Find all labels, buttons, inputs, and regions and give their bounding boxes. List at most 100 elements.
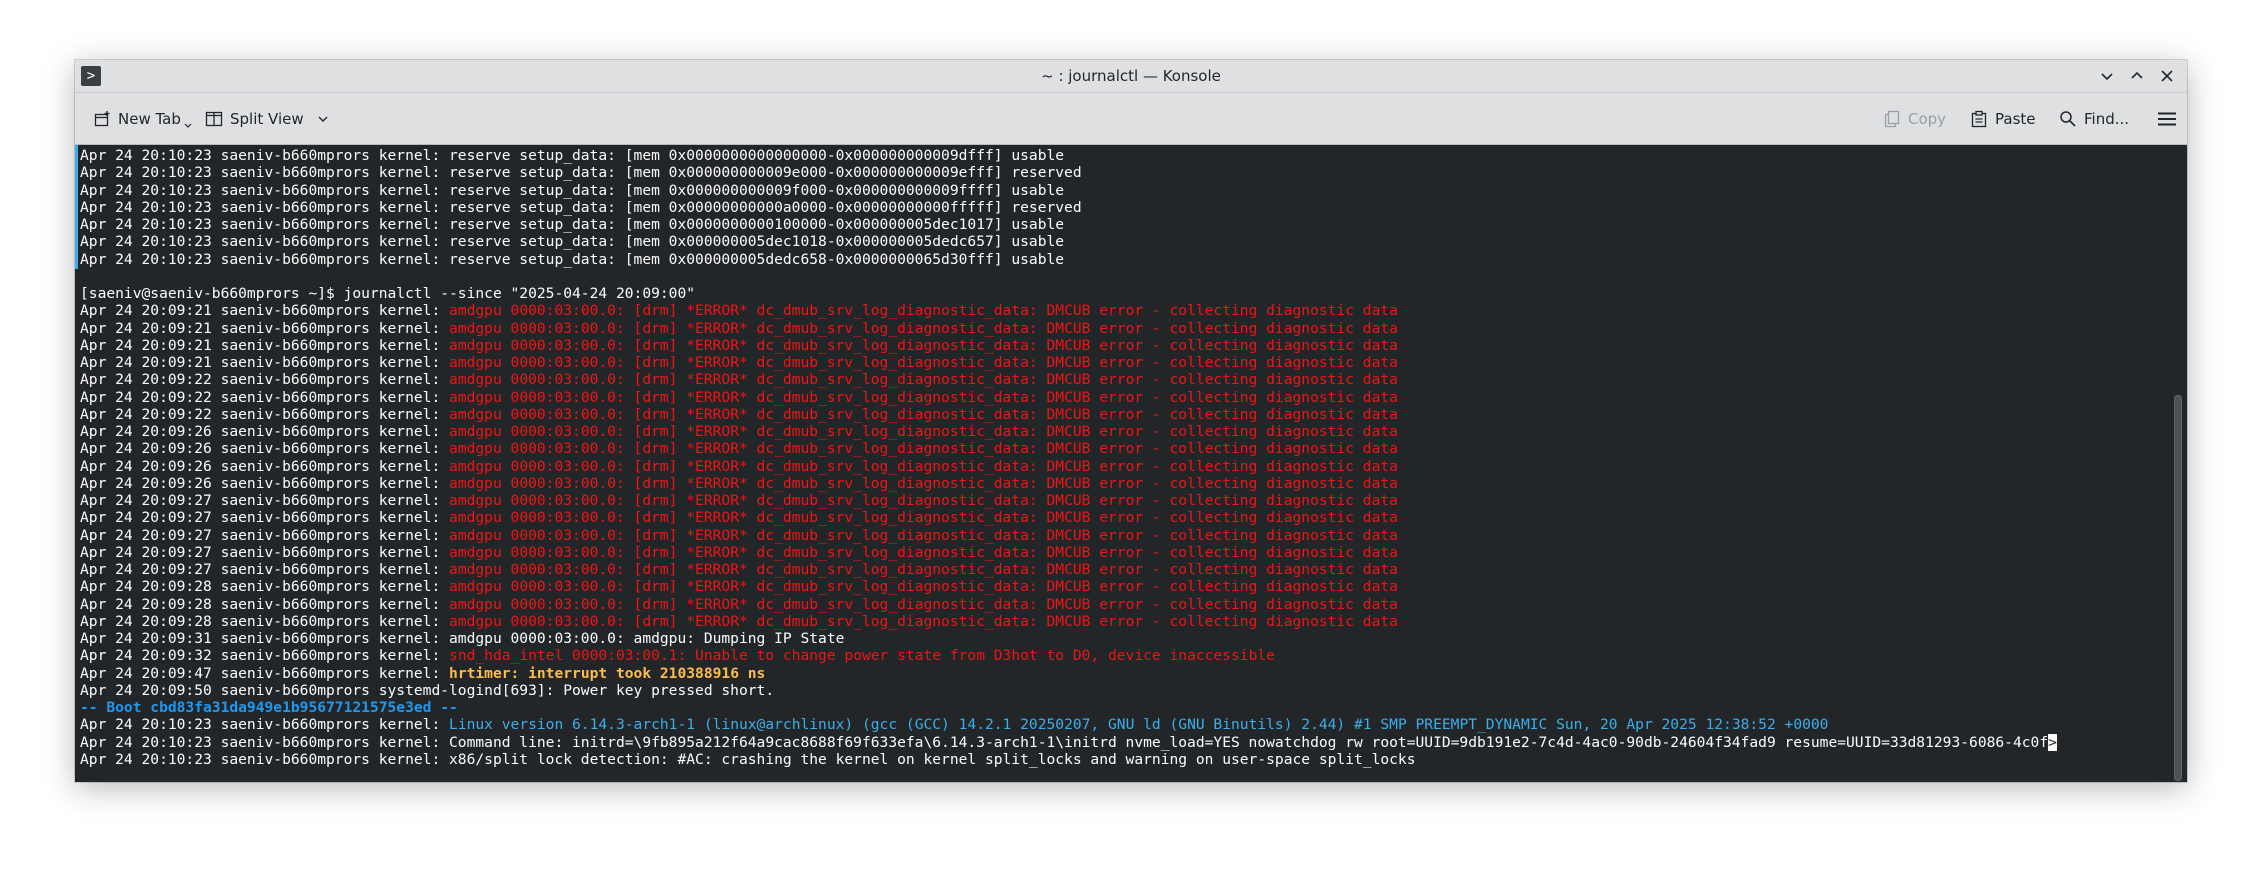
copy-button[interactable]: Copy — [1883, 93, 1946, 144]
terminal-line-segment: Apr 24 20:09:32 saeniv-b660mprors kernel… — [80, 647, 450, 665]
copy-icon — [1884, 110, 1900, 127]
terminal-line-segment: amdgpu 0000:03:00.0: [drm] *ERROR* dc_dm… — [449, 405, 1398, 423]
terminal-line: Apr 24 20:09:26 saeniv-b660mprors kernel… — [80, 475, 2167, 492]
terminal-line-segment: Apr 24 20:09:21 saeniv-b660mprors kernel… — [80, 336, 450, 354]
terminal-line: Apr 24 20:09:21 saeniv-b660mprors kernel… — [80, 320, 2167, 337]
terminal-line: Apr 24 20:09:28 saeniv-b660mprors kernel… — [80, 596, 2167, 613]
konsole-window: > ~ : journalctl — Konsole New Tab Split… — [75, 60, 2187, 782]
terminal-line: Apr 24 20:09:26 saeniv-b660mprors kernel… — [80, 440, 2167, 457]
terminal-line-segment: Apr 24 20:09:21 saeniv-b660mprors kernel… — [80, 302, 450, 320]
terminal-line: Apr 24 20:09:22 saeniv-b660mprors kernel… — [80, 389, 2167, 406]
terminal-line-segment: amdgpu 0000:03:00.0: [drm] *ERROR* dc_dm… — [449, 509, 1398, 527]
chevron-down-icon — [318, 116, 328, 122]
terminal-line-segment: Apr 24 20:09:50 saeniv-b660mprors system… — [80, 681, 775, 699]
terminal-line: Apr 24 20:10:23 saeniv-b660mprors kernel… — [80, 216, 2167, 233]
terminal-line: Apr 24 20:09:28 saeniv-b660mprors kernel… — [80, 613, 2167, 630]
terminal-line: Apr 24 20:10:23 saeniv-b660mprors kernel… — [80, 251, 2167, 268]
terminal-line-segment: Apr 24 20:09:26 saeniv-b660mprors kernel… — [80, 457, 450, 475]
terminal-line-segment: amdgpu 0000:03:00.0: [drm] *ERROR* dc_dm… — [449, 354, 1398, 371]
new-tab-button[interactable]: New Tab — [93, 93, 192, 144]
terminal-line: Apr 24 20:10:23 saeniv-b660mprors kernel… — [80, 733, 2167, 751]
hamburger-menu-icon — [2158, 112, 2176, 125]
terminal-line: Apr 24 20:10:23 saeniv-b660mprors kernel… — [80, 716, 2167, 733]
terminal-line-segment: Apr 24 20:09:27 saeniv-b660mprors kernel… — [80, 561, 450, 578]
minimize-button[interactable] — [2095, 64, 2119, 88]
terminal-line-segment: amdgpu 0000:03:00.0: [drm] *ERROR* dc_dm… — [449, 440, 1398, 458]
terminal-line-segment: Apr 24 20:09:28 saeniv-b660mprors kernel… — [80, 612, 450, 630]
terminal-line-segment: Apr 24 20:09:27 saeniv-b660mprors kernel… — [80, 543, 450, 561]
terminal-line-segment: amdgpu 0000:03:00.0: [drm] *ERROR* dc_dm… — [449, 595, 1398, 613]
terminal-line-segment: amdgpu 0000:03:00.0: [drm] *ERROR* dc_dm… — [449, 371, 1398, 389]
scrollbar[interactable] — [2173, 145, 2185, 782]
terminal-line-segment: Apr 24 20:10:23 saeniv-b660mprors kernel… — [80, 250, 1065, 268]
terminal-line: Apr 24 20:09:21 saeniv-b660mprors kernel… — [80, 354, 2167, 371]
terminal-line-segment: Apr 24 20:09:28 saeniv-b660mprors kernel… — [80, 578, 450, 596]
terminal-line-segment: Apr 24 20:10:23 saeniv-b660mprors kernel… — [80, 716, 450, 734]
chevron-up-icon — [2131, 71, 2143, 79]
new-tab-label: New Tab — [118, 109, 181, 128]
paste-button[interactable]: Paste — [1970, 93, 2036, 144]
window-controls — [2095, 60, 2179, 92]
terminal-line: Apr 24 20:09:28 saeniv-b660mprors kernel… — [80, 578, 2167, 595]
terminal-line: Apr 24 20:09:47 saeniv-b660mprors kernel… — [80, 665, 2167, 682]
terminal-line: Apr 24 20:09:32 saeniv-b660mprors kernel… — [80, 647, 2167, 664]
terminal-line-segment: Apr 24 20:10:23 saeniv-b660mprors kernel… — [80, 164, 1082, 182]
terminal-line: Apr 24 20:10:23 saeniv-b660mprors kernel… — [80, 233, 2167, 250]
maximize-button[interactable] — [2125, 64, 2149, 88]
terminal-line-segment: Apr 24 20:09:22 saeniv-b660mprors kernel… — [80, 388, 450, 406]
terminal-line: Apr 24 20:09:22 saeniv-b660mprors kernel… — [80, 371, 2167, 388]
chevron-down-icon — [2101, 73, 2113, 81]
terminal-line: Apr 24 20:10:23 saeniv-b660mprors kernel… — [80, 164, 2167, 181]
terminal-line-segment: amdgpu 0000:03:00.0: [drm] *ERROR* dc_dm… — [449, 319, 1398, 337]
terminal-line: Apr 24 20:09:27 saeniv-b660mprors kernel… — [80, 492, 2167, 509]
terminal-line-segment: Apr 24 20:09:31 saeniv-b660mprors kernel… — [80, 630, 845, 647]
terminal-line-segment: amdgpu 0000:03:00.0: [drm] *ERROR* dc_dm… — [449, 612, 1398, 630]
terminal-line-segment: amdgpu 0000:03:00.0: [drm] *ERROR* dc_dm… — [449, 336, 1398, 354]
terminal-line-segment: amdgpu 0000:03:00.0: [drm] *ERROR* dc_dm… — [449, 526, 1398, 544]
terminal-line-segment: Apr 24 20:09:21 saeniv-b660mprors kernel… — [80, 319, 450, 337]
terminal-line-segment: amdgpu 0000:03:00.0: [drm] *ERROR* dc_dm… — [449, 302, 1398, 320]
terminal-line-segment: Apr 24 20:10:23 saeniv-b660mprors kernel… — [80, 750, 1416, 768]
terminal-line: Apr 24 20:09:21 saeniv-b660mprors kernel… — [80, 302, 2167, 319]
text-cursor: > — [2048, 733, 2057, 751]
find-label: Find... — [2084, 109, 2130, 128]
search-icon — [2060, 110, 2076, 127]
title-bar[interactable]: > ~ : journalctl — Konsole — [75, 60, 2187, 93]
terminal-line: Apr 24 20:09:22 saeniv-b660mprors kernel… — [80, 406, 2167, 423]
terminal-line-segment: Apr 24 20:10:23 saeniv-b660mprors kernel… — [80, 733, 2049, 751]
terminal-line-segment: amdgpu 0000:03:00.0: [drm] *ERROR* dc_dm… — [449, 492, 1398, 509]
hamburger-menu-button[interactable] — [2157, 93, 2177, 144]
terminal-line-segment: [saeniv@saeniv-b660mprors ~]$ journalctl… — [80, 285, 696, 302]
terminal-line-segment: Apr 24 20:09:27 saeniv-b660mprors kernel… — [80, 492, 450, 509]
terminal-line-segment: Apr 24 20:09:27 saeniv-b660mprors kernel… — [80, 526, 450, 544]
split-view-icon — [205, 111, 223, 126]
terminal-line-segment: amdgpu 0000:03:00.0: [drm] *ERROR* dc_dm… — [449, 474, 1398, 492]
terminal-line-segment: Apr 24 20:09:27 saeniv-b660mprors kernel… — [80, 509, 450, 527]
terminal-line-segment: Apr 24 20:09:26 saeniv-b660mprors kernel… — [80, 440, 450, 458]
terminal-line: [saeniv@saeniv-b660mprors ~]$ journalctl… — [80, 285, 2167, 302]
paste-label: Paste — [1995, 109, 2036, 128]
terminal-line-segment: hrtimer: interrupt took 210388916 ns — [449, 664, 766, 682]
terminal-line: Apr 24 20:10:23 saeniv-b660mprors kernel… — [80, 182, 2167, 199]
terminal-line: Apr 24 20:10:23 saeniv-b660mprors kernel… — [80, 751, 2167, 768]
find-button[interactable]: Find... — [2059, 93, 2129, 144]
terminal-line-segment: Apr 24 20:09:21 saeniv-b660mprors kernel… — [80, 354, 450, 371]
terminal-line-segment: Apr 24 20:10:23 saeniv-b660mprors kernel… — [80, 181, 1065, 199]
scroll-position-marker — [75, 145, 78, 269]
toolbar: New Tab Split View Copy Paste Find... — [75, 93, 2187, 145]
terminal-line-segment: Apr 24 20:10:23 saeniv-b660mprors kernel… — [80, 216, 1065, 233]
new-tab-icon — [94, 110, 110, 126]
scrollbar-thumb[interactable] — [2174, 395, 2182, 781]
paste-icon — [1971, 110, 1987, 127]
terminal-line-segment: Linux version 6.14.3-arch1-1 (linux@arch… — [449, 716, 1829, 734]
terminal-line-segment: Apr 24 20:10:23 saeniv-b660mprors kernel… — [80, 198, 1082, 216]
terminal-line: Apr 24 20:09:21 saeniv-b660mprors kernel… — [80, 337, 2167, 354]
terminal-line: Apr 24 20:09:26 saeniv-b660mprors kernel… — [80, 423, 2167, 440]
close-button[interactable] — [2155, 64, 2179, 88]
terminal-line-segment: snd_hda_intel 0000:03:00.1: Unable to ch… — [449, 647, 1275, 665]
terminal-output[interactable]: Apr 24 20:10:23 saeniv-b660mprors kernel… — [75, 145, 2187, 782]
terminal-line-segment: Apr 24 20:09:22 saeniv-b660mprors kernel… — [80, 371, 450, 389]
terminal-line-segment: Apr 24 20:10:23 saeniv-b660mprors kernel… — [80, 147, 1065, 164]
split-view-button[interactable]: Split View — [205, 93, 329, 144]
